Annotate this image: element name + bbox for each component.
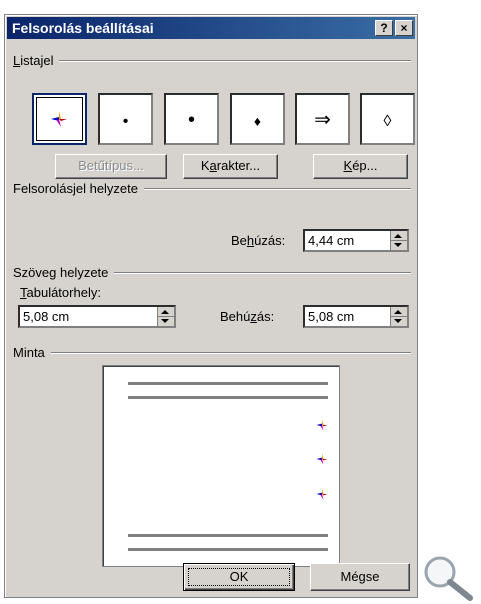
preview-line: [128, 534, 328, 537]
text-indent-label: Behúzás:: [220, 309, 275, 324]
bullet-position-group: Felsorolásjel helyzete: [13, 181, 411, 196]
magnifier-icon[interactable]: [420, 552, 476, 602]
character-button[interactable]: Karakter...: [183, 154, 278, 179]
text-position-group: Szöveg helyzete: [13, 265, 411, 280]
tab-stop-label: Tabulátorhely:: [20, 285, 101, 300]
close-button[interactable]: ×: [395, 20, 413, 36]
listajel-label: Listajel: [13, 53, 60, 68]
title-bar[interactable]: Felsorolás beállításai ? ×: [7, 17, 415, 39]
listajel-group: Listajel: [13, 53, 411, 68]
tab-stop-value[interactable]: 5,08 cm: [23, 309, 69, 324]
spin-down-icon[interactable]: [161, 319, 169, 323]
preview-line: [128, 396, 328, 399]
bullet-indent-label: Behúzás:: [231, 233, 286, 248]
dialog-title: Felsorolás beállításai: [12, 20, 154, 36]
bullet-option-round-dot[interactable]: •: [164, 93, 219, 145]
text-indent-spinner[interactable]: 5,08 cm: [303, 305, 409, 328]
bullet-indent-spinner[interactable]: 4,44 cm: [303, 229, 409, 252]
preview-bullet-icon: [316, 419, 328, 431]
preview-line: [128, 548, 328, 551]
cancel-button[interactable]: Mégse: [310, 563, 410, 591]
bullet-option-hollow-diamond[interactable]: ◊: [360, 93, 415, 145]
bullet-option-picture[interactable]: [32, 93, 87, 145]
picture-bullet-icon: [51, 111, 67, 127]
spin-up-icon[interactable]: [394, 310, 402, 314]
text-position-label: Szöveg helyzete: [13, 265, 115, 280]
spin-down-icon[interactable]: [394, 319, 402, 323]
bullet-option-diamond[interactable]: ♦: [230, 93, 285, 145]
bullet-option-arrow[interactable]: ⇒: [295, 93, 350, 145]
preview-group: Minta: [13, 345, 411, 360]
preview-pane: [102, 365, 340, 567]
text-indent-value[interactable]: 5,08 cm: [308, 309, 354, 324]
preview-line: [128, 382, 328, 385]
preview-label: Minta: [13, 345, 51, 360]
ok-button[interactable]: OK: [183, 563, 295, 591]
preview-bullet-icon: [316, 453, 328, 465]
tab-stop-spinner[interactable]: 5,08 cm: [18, 305, 176, 328]
bullet-option-small-dot[interactable]: •: [98, 93, 153, 145]
bullet-indent-value[interactable]: 4,44 cm: [308, 233, 354, 248]
spin-up-icon[interactable]: [394, 234, 402, 238]
bullet-settings-dialog: Felsorolás beállításai ? × Listajel • • …: [4, 14, 418, 598]
spin-up-icon[interactable]: [161, 310, 169, 314]
preview-bullet-icon: [316, 488, 328, 500]
font-button[interactable]: Betűtípus...: [55, 154, 167, 179]
help-button[interactable]: ?: [375, 20, 393, 36]
bullet-position-label: Felsorolásjel helyzete: [13, 181, 145, 196]
picture-button[interactable]: Kép...: [313, 154, 408, 179]
spin-down-icon[interactable]: [394, 243, 402, 247]
